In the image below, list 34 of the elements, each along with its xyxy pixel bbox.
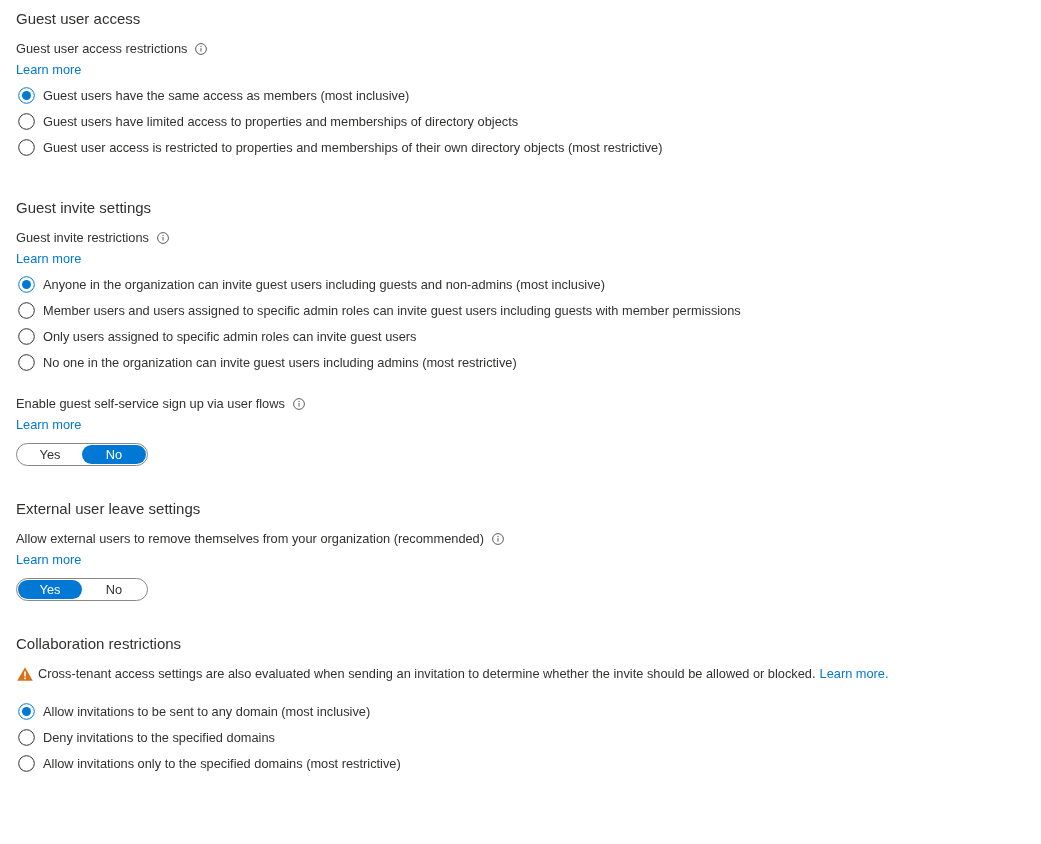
radio-option[interactable]: Guest users have limited access to properties and memberships of directory objects	[16, 108, 663, 134]
section-heading: Collaboration restrictions	[16, 634, 182, 654]
radio-option[interactable]: Allow invitations to be sent to any domain (most inclusive)	[16, 698, 401, 724]
learn-more-link[interactable]: Learn more	[16, 248, 82, 269]
info-icon[interactable]	[492, 532, 504, 545]
learn-more-link[interactable]: Learn more	[16, 59, 82, 80]
setting-label: Enable guest self-service sign up via user flows	[16, 395, 285, 413]
radio-option[interactable]: Member users and users assigned to specific admin roles can invite guest users including guests with member permissions	[16, 297, 741, 323]
setting-label: Guest invite restrictions	[16, 229, 149, 247]
learn-more-link[interactable]: Learn more	[16, 414, 82, 435]
learn-more-link[interactable]: Learn more.	[819, 666, 889, 681]
setting-label: Allow external users to remove themselves from your organization (recommended)	[16, 530, 484, 548]
radio-option[interactable]: Only users assigned to specific admin roles can invite guest users	[16, 323, 741, 349]
warning-message: Cross-tenant access settings are also evaluated when sending an invitation to determine whether the invite should be allowed or blocked. Learn more.	[38, 665, 889, 683]
toggle-option[interactable]: Yes	[18, 445, 82, 464]
toggle-option[interactable]: Yes	[18, 580, 82, 599]
section-heading: Guest user access	[16, 9, 141, 29]
section-heading: External user leave settings	[16, 499, 201, 519]
setting-label: Guest user access restrictions	[16, 40, 188, 58]
yes-no-toggle[interactable]: Yes No	[16, 443, 148, 466]
learn-more-link[interactable]: Learn more	[16, 549, 82, 570]
radio-option[interactable]: Deny invitations to the specified domains	[16, 724, 401, 750]
info-icon[interactable]	[195, 42, 208, 55]
toggle-option[interactable]: No	[82, 580, 146, 599]
radio-option[interactable]: Guest users have the same access as members (most inclusive)	[16, 82, 663, 108]
section-heading: Guest invite settings	[16, 198, 152, 218]
radio-option[interactable]: Anyone in the organization can invite guest users including guests and non-admins (most inclusive)	[16, 271, 741, 297]
radio-option[interactable]: No one in the organization can invite guest users including admins (most restrictive)	[16, 349, 741, 375]
radio-option[interactable]: Allow invitations only to the specified domains (most restrictive)	[16, 750, 401, 776]
info-icon[interactable]	[292, 397, 305, 410]
radio-option[interactable]: Guest user access is restricted to properties and memberships of their own directory objects (most restrictive)	[16, 134, 663, 160]
toggle-option[interactable]: No	[82, 445, 146, 464]
warning-icon	[17, 666, 33, 681]
info-icon[interactable]	[157, 231, 169, 244]
